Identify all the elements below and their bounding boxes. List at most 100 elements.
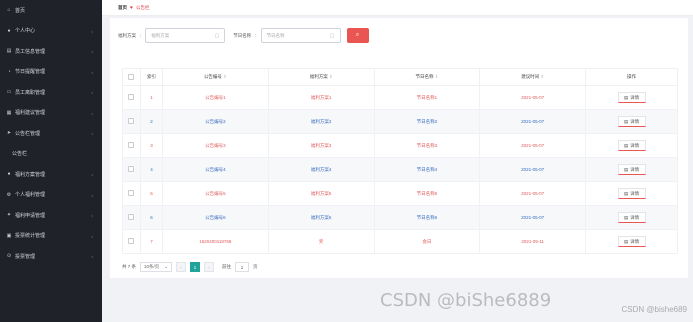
doc-icon: ▤	[623, 118, 629, 124]
col-time[interactable]: 建议时间⇕	[479, 68, 587, 86]
sidebar-item-0[interactable]: ⌂ 首页	[0, 0, 102, 21]
table-row: 7 1620400118768 奖会日 2021-05-11 ▤ 详情	[122, 229, 678, 254]
sidebar-item-4[interactable]: ▭ 员工离职管理 ⌄	[0, 82, 102, 103]
cell-holiday: 节日名称5	[373, 181, 481, 206]
detail-button[interactable]: ▤ 详情	[617, 164, 646, 175]
cell-index: 1	[139, 85, 163, 110]
chevron-down-icon: ⌄	[90, 110, 94, 116]
gear-icon: ⚙	[6, 191, 12, 198]
detail-button[interactable]: ▤ 详情	[617, 116, 646, 127]
settings-icon: ✦	[6, 212, 12, 219]
doc-icon: ▤	[623, 142, 629, 148]
pagination: 共 7 条 10条/页 ⌄ ‹ 1 › 前往 1 页	[122, 262, 258, 272]
detail-button[interactable]: ▤ 详情	[617, 92, 646, 103]
content-panel: 福利方案: 福利方案 ▢ 节日名称: 节日名称 ▢ ⌕ 索引 公告编号⇕ 福利方…	[110, 18, 688, 278]
table-row: 4 公告编号4 福利方案4 节日名称4 2021-05-07 ▤ 详情	[122, 157, 678, 182]
input-icon: ▢	[214, 32, 220, 39]
cell-holiday: 节日名称2	[373, 109, 481, 134]
home-icon: ⌂	[7, 7, 11, 14]
breadcrumb-home[interactable]: 首页	[118, 5, 127, 11]
cell-plan: 福利方案6	[267, 205, 375, 230]
inbox-icon: ▣	[6, 232, 12, 239]
cell-action: ▤ 详情	[585, 229, 678, 254]
page-1-button[interactable]: 1	[190, 262, 201, 272]
briefcase-icon: ▭	[6, 89, 12, 96]
col-plan[interactable]: 福利方案⇕	[267, 68, 375, 86]
prev-page-button[interactable]: ‹	[176, 262, 187, 272]
cell-index: 2	[139, 109, 163, 134]
cell-notice-no: 公告编号4	[161, 157, 269, 182]
detail-button[interactable]: ▤ 详情	[617, 236, 646, 247]
row-checkbox[interactable]	[122, 85, 141, 110]
sidebar-item-10[interactable]: ✦ 福利申请管理 ⌄	[0, 205, 102, 226]
chevron-down-icon: ⌄	[90, 130, 94, 136]
doc-icon: ▤	[623, 190, 629, 196]
select-all-checkbox[interactable]	[122, 68, 141, 86]
cell-notice-no: 公告编号1	[161, 85, 269, 110]
next-page-button[interactable]: ›	[204, 262, 215, 272]
sidebar-item-2[interactable]: ▤ 员工信息管理 ⌄	[0, 41, 102, 62]
sidebar-item-12[interactable]: ⊙ 投票管理 ⌄	[0, 246, 102, 267]
cell-plan: 福利方案2	[267, 109, 375, 134]
goto-label: 前往	[222, 264, 232, 269]
doc-icon: ▤	[623, 94, 629, 100]
page-size-select[interactable]: 10条/页 ⌄	[140, 262, 173, 272]
search-bar: 福利方案: 福利方案 ▢ 节日名称: 节日名称 ▢ ⌕	[118, 28, 369, 43]
search-button[interactable]: ⌕	[346, 28, 369, 43]
row-checkbox[interactable]	[122, 181, 141, 206]
col-holiday[interactable]: 节日名称⇕	[373, 68, 481, 86]
sidebar-item-label: 福利建议管理	[15, 110, 46, 117]
col-notice-no[interactable]: 公告编号⇕	[161, 68, 269, 86]
sidebar-item-1[interactable]: ● 个人中心 ⌄	[0, 21, 102, 42]
row-checkbox[interactable]	[122, 109, 141, 134]
sort-icon: ⇕	[540, 74, 545, 79]
row-checkbox[interactable]	[122, 229, 141, 254]
cell-time: 2021-05-07	[479, 133, 587, 158]
cell-action: ▤ 详情	[585, 205, 678, 230]
sort-icon: ⇕	[328, 74, 333, 79]
watermark-small: CSDN @bishe689	[621, 305, 687, 314]
cell-time: 2021-05-07	[479, 157, 587, 182]
sidebar-item-label: 福利方案管理	[15, 171, 46, 178]
doc-icon: ▤	[623, 214, 629, 220]
cell-notice-no: 公告编号2	[161, 109, 269, 134]
holiday-name-input[interactable]: 节日名称 ▢	[260, 28, 341, 43]
sidebar-item-7[interactable]: 公告栏	[0, 144, 102, 165]
sidebar-item-9[interactable]: ⚙ 个人福利管理 ⌄	[0, 185, 102, 206]
row-checkbox[interactable]	[122, 133, 141, 158]
goto-page-input[interactable]: 1	[235, 262, 250, 272]
cell-time: 2021-05-07	[479, 85, 587, 110]
field2-label: 节日名称	[233, 32, 252, 38]
cell-plan: 福利方案1	[267, 85, 375, 110]
sidebar-item-5[interactable]: ▦ 福利建议管理 ⌄	[0, 103, 102, 124]
cell-notice-no: 1620400118768	[161, 229, 269, 254]
detail-button[interactable]: ▤ 详情	[617, 188, 646, 199]
col-action: 操作	[585, 68, 678, 86]
sidebar-item-label: 投票管理	[15, 253, 36, 260]
cell-holiday: 节日名称6	[373, 205, 481, 230]
sidebar-item-3[interactable]: ◔ 节日提醒管理 ⌄	[0, 62, 102, 83]
cell-holiday: 节日名称4	[373, 157, 481, 182]
sidebar-item-label: 个人福利管理	[15, 192, 46, 199]
row-checkbox[interactable]	[122, 205, 141, 230]
table-row: 6 公告编号6 福利方案6 节日名称6 2021-05-07 ▤ 详情	[122, 205, 678, 230]
breadcrumb: 首页 ♥ 公告栏	[102, 0, 693, 16]
detail-button[interactable]: ▤ 详情	[617, 212, 646, 223]
sidebar-item-11[interactable]: ▣ 投票统计管理 ⌄	[0, 226, 102, 247]
sort-icon: ⇕	[222, 74, 227, 79]
total-count: 共 7 条	[122, 264, 137, 269]
gift-icon: ▦	[6, 109, 12, 116]
sidebar-item-label: 公告栏管理	[15, 130, 41, 137]
cell-time: 2021-05-07	[479, 205, 587, 230]
welfare-plan-input[interactable]: 福利方案 ▢	[145, 28, 226, 43]
cell-time: 2021-05-07	[479, 109, 587, 134]
row-checkbox[interactable]	[122, 157, 141, 182]
cell-time: 2021-05-07	[479, 181, 587, 206]
cell-notice-no: 公告编号6	[161, 205, 269, 230]
detail-button[interactable]: ▤ 详情	[617, 140, 646, 151]
chevron-down-icon: ⌄	[90, 89, 94, 95]
sidebar-item-8[interactable]: ● 福利方案管理 ⌄	[0, 164, 102, 185]
chevron-down-icon: ⌄	[164, 264, 169, 269]
sidebar-item-6[interactable]: ➤ 公告栏管理 ⌄	[0, 123, 102, 144]
sidebar: ⌂ 首页 ● 个人中心 ⌄ ▤ 员工信息管理 ⌄ ◔ 节日提醒管理 ⌄ ▭ 员工离职管理 ⌄ ▦ 福利建议管理…	[0, 0, 102, 322]
